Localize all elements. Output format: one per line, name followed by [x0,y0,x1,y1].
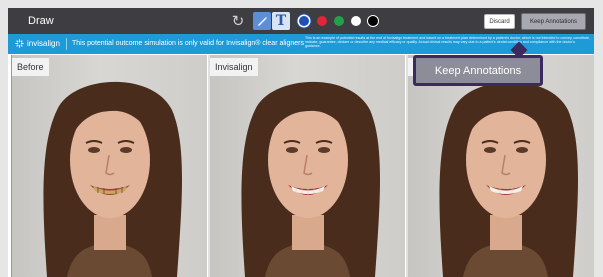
banner-disclaimer: This is an example of potential results … [305,36,590,49]
before-panel[interactable]: Before [11,55,207,277]
disclaimer-banner: invisalign This potential outcome simula… [8,34,594,54]
discard-button[interactable]: Discard [484,14,515,29]
banner-divider [66,38,67,50]
panel-label-before: Before [12,58,49,76]
draw-window: Draw ↻ T Discard Keep Annotations invisa… [8,8,594,277]
banner-message: This potential outcome simulation is onl… [72,40,304,47]
toolbar: Draw ↻ T Discard Keep Annotations [8,8,594,34]
keep-annotations-button[interactable]: Keep Annotations [521,13,586,30]
panel-label-invisalign: Invisalign [210,58,258,76]
third-photo [439,81,578,277]
undo-button[interactable]: ↻ [229,12,247,30]
color-swatch-white[interactable] [351,16,361,26]
invisalign-logo: invisalign [15,39,60,48]
keep-annotations-tooltip: Keep Annotations [413,55,543,86]
invisalign-photo [241,81,380,277]
window-title: Draw [28,15,54,27]
color-swatch-black[interactable] [368,16,378,26]
pen-tool-button[interactable] [253,12,271,30]
third-panel[interactable]: I [406,55,594,277]
color-swatch-blue[interactable] [299,16,309,26]
text-tool-button[interactable]: T [272,12,290,30]
brand-name: invisalign [27,39,60,48]
before-photo [43,81,182,277]
color-swatch-green[interactable] [334,16,344,26]
color-swatch-red[interactable] [317,16,327,26]
invisalign-panel[interactable]: Invisalign [208,55,405,277]
text-tool-label: T [275,13,287,29]
pen-icon [258,17,267,26]
invisalign-logo-icon [15,39,24,48]
undo-icon: ↻ [231,13,245,30]
